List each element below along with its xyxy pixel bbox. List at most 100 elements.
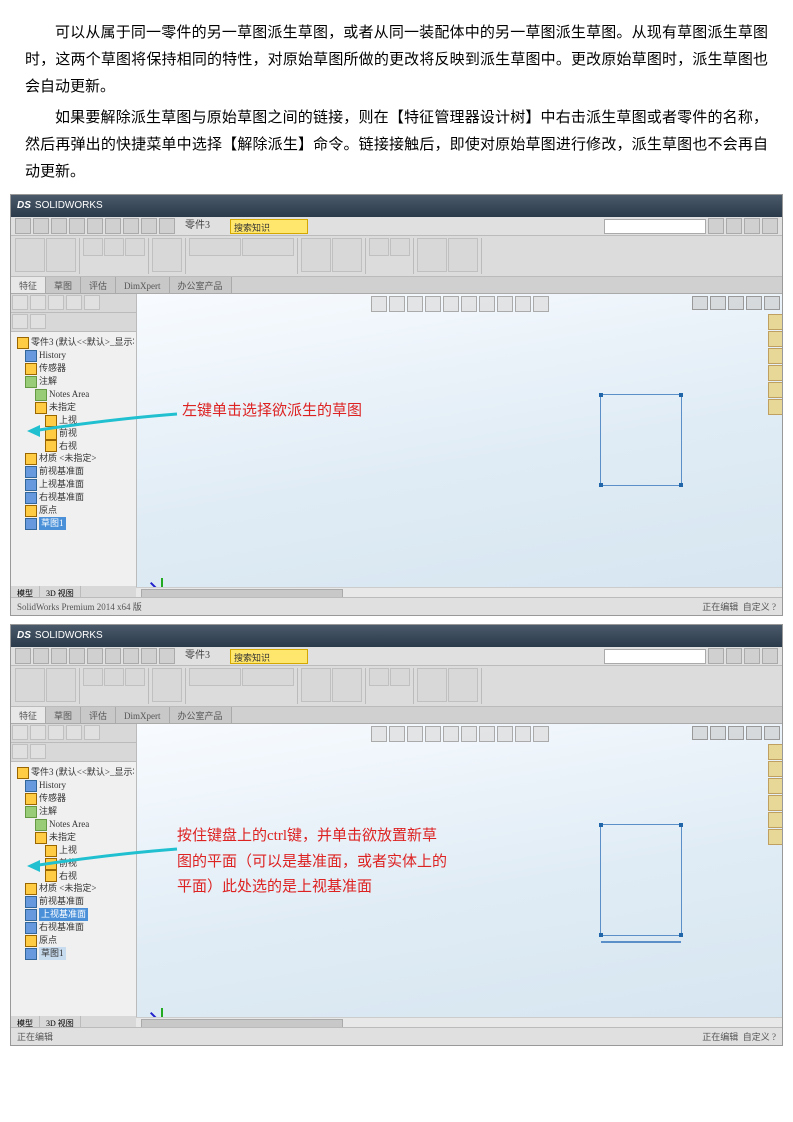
doc-tab[interactable]: 零件3 xyxy=(177,217,218,235)
tool-icon[interactable] xyxy=(15,668,45,702)
tool-icon[interactable] xyxy=(152,238,182,272)
sidebar-tabs[interactable] xyxy=(11,724,136,743)
command-tab-bar[interactable]: 特征 草图 评估 DimXpert 办公室产品 xyxy=(11,707,782,724)
tree-notes[interactable]: Notes Area xyxy=(13,388,134,401)
tab-evaluate[interactable]: 评估 xyxy=(81,277,116,293)
menu-icon[interactable] xyxy=(33,648,49,664)
tree-pl-right[interactable]: 右视基准面 xyxy=(13,491,134,504)
tree-sensor[interactable]: 传感器 xyxy=(13,792,134,805)
tool-icon[interactable] xyxy=(189,238,241,256)
tree-pl-top[interactable]: 上视基准面 xyxy=(13,478,134,491)
sidebar-filter[interactable] xyxy=(11,743,136,762)
tool-icon[interactable] xyxy=(242,238,294,256)
tool-icon[interactable] xyxy=(152,668,182,702)
command-tab-bar[interactable]: 特征 草图 评估 DimXpert 办公室产品 xyxy=(11,277,782,294)
tree-annot[interactable]: 注解 xyxy=(13,805,134,818)
menu-icon[interactable] xyxy=(69,648,85,664)
tab-dimxpert[interactable]: DimXpert xyxy=(116,277,170,293)
menu-icon[interactable] xyxy=(762,218,778,234)
tree-root[interactable]: 零件3 (默认<<默认>_显示状态 xyxy=(13,766,134,779)
tool-icon[interactable] xyxy=(301,668,331,702)
tree-origin[interactable]: 原点 xyxy=(13,934,134,947)
tool-icon[interactable] xyxy=(369,238,389,256)
menu-icon[interactable] xyxy=(141,648,157,664)
tree-origin[interactable]: 原点 xyxy=(13,504,134,517)
tool-icon[interactable] xyxy=(448,668,478,702)
menu-icon[interactable] xyxy=(51,648,67,664)
tool-icon[interactable] xyxy=(104,668,124,686)
tool-icon[interactable] xyxy=(369,668,389,686)
tool-icon[interactable] xyxy=(448,238,478,272)
menu-icon[interactable] xyxy=(15,218,31,234)
tool-icon[interactable] xyxy=(301,238,331,272)
tool-icon[interactable] xyxy=(83,238,103,256)
menu-icon[interactable] xyxy=(744,648,760,664)
search-knowledge[interactable]: 搜索知识 xyxy=(230,649,308,664)
view-toolbar[interactable] xyxy=(371,726,549,742)
tree-material[interactable]: 材质 <未指定> xyxy=(13,452,134,465)
menu-icon[interactable] xyxy=(762,648,778,664)
tool-icon[interactable] xyxy=(417,668,447,702)
search-box[interactable] xyxy=(604,219,706,234)
tree-sensor[interactable]: 传感器 xyxy=(13,362,134,375)
window-icons[interactable] xyxy=(692,726,780,740)
tree-annot[interactable]: 注解 xyxy=(13,375,134,388)
tree-history[interactable]: History xyxy=(13,349,134,362)
graphics-viewport[interactable]: 左键单击选择欲派生的草图 xyxy=(137,294,782,616)
menu-icon[interactable] xyxy=(69,218,85,234)
menu-icon[interactable] xyxy=(87,218,103,234)
tree-planes[interactable]: 未指定 xyxy=(13,831,134,844)
menu-icon[interactable] xyxy=(159,218,175,234)
graphics-viewport[interactable]: 按住键盘上的ctrl键，并单击欲放置新草 图的平面（可以是基准面，或者实体上的 … xyxy=(137,724,782,1046)
menu-icon[interactable] xyxy=(123,648,139,664)
tab-features[interactable]: 特征 xyxy=(11,707,46,723)
tab-features[interactable]: 特征 xyxy=(11,277,46,293)
tool-icon[interactable] xyxy=(15,238,45,272)
tab-dimxpert[interactable]: DimXpert xyxy=(116,707,170,723)
feature-tree-panel[interactable]: 零件3 (默认<<默认>_显示状态 History 传感器 注解 Notes A… xyxy=(11,294,137,616)
tool-icon[interactable] xyxy=(332,238,362,272)
tool-icon[interactable] xyxy=(104,238,124,256)
menu-icon[interactable] xyxy=(708,648,724,664)
menu-icon[interactable] xyxy=(708,218,724,234)
tool-icon[interactable] xyxy=(125,238,145,256)
view-toolbar[interactable] xyxy=(371,296,549,312)
tree-root[interactable]: 零件3 (默认<<默认>_显示状态 xyxy=(13,336,134,349)
menu-icon[interactable] xyxy=(15,648,31,664)
menu-icon[interactable] xyxy=(726,218,742,234)
ribbon-toolbar[interactable] xyxy=(11,236,782,277)
tool-icon[interactable] xyxy=(189,668,241,686)
menu-icon[interactable] xyxy=(123,218,139,234)
tool-icon[interactable] xyxy=(417,238,447,272)
tool-icon[interactable] xyxy=(390,238,410,256)
menu-icon[interactable] xyxy=(159,648,175,664)
tool-icon[interactable] xyxy=(46,238,76,272)
menu-bar[interactable]: 零件3 搜索知识 xyxy=(11,217,782,236)
task-pane[interactable] xyxy=(768,314,782,415)
tree-pl-top-selected[interactable]: 上视基准面 xyxy=(13,908,134,921)
tree-pl-front[interactable]: 前视基准面 xyxy=(13,465,134,478)
tree-pl-right[interactable]: 右视基准面 xyxy=(13,921,134,934)
tab-evaluate[interactable]: 评估 xyxy=(81,707,116,723)
task-pane[interactable] xyxy=(768,744,782,845)
tab-sketch[interactable]: 草图 xyxy=(46,277,81,293)
menu-bar[interactable]: 零件3 搜索知识 xyxy=(11,647,782,666)
tab-office[interactable]: 办公室产品 xyxy=(170,707,232,723)
tool-icon[interactable] xyxy=(242,668,294,686)
menu-icon[interactable] xyxy=(87,648,103,664)
tool-icon[interactable] xyxy=(125,668,145,686)
menu-icon[interactable] xyxy=(105,648,121,664)
sidebar-filter[interactable] xyxy=(11,313,136,332)
tab-sketch[interactable]: 草图 xyxy=(46,707,81,723)
tool-icon[interactable] xyxy=(83,668,103,686)
tab-office[interactable]: 办公室产品 xyxy=(170,277,232,293)
tree-notes[interactable]: Notes Area xyxy=(13,818,134,831)
ribbon-toolbar[interactable] xyxy=(11,666,782,707)
menu-icon[interactable] xyxy=(33,218,49,234)
menu-icon[interactable] xyxy=(141,218,157,234)
menu-icon[interactable] xyxy=(51,218,67,234)
tool-icon[interactable] xyxy=(46,668,76,702)
tool-icon[interactable] xyxy=(390,668,410,686)
menu-icon[interactable] xyxy=(726,648,742,664)
tree-pl-front[interactable]: 前视基准面 xyxy=(13,895,134,908)
